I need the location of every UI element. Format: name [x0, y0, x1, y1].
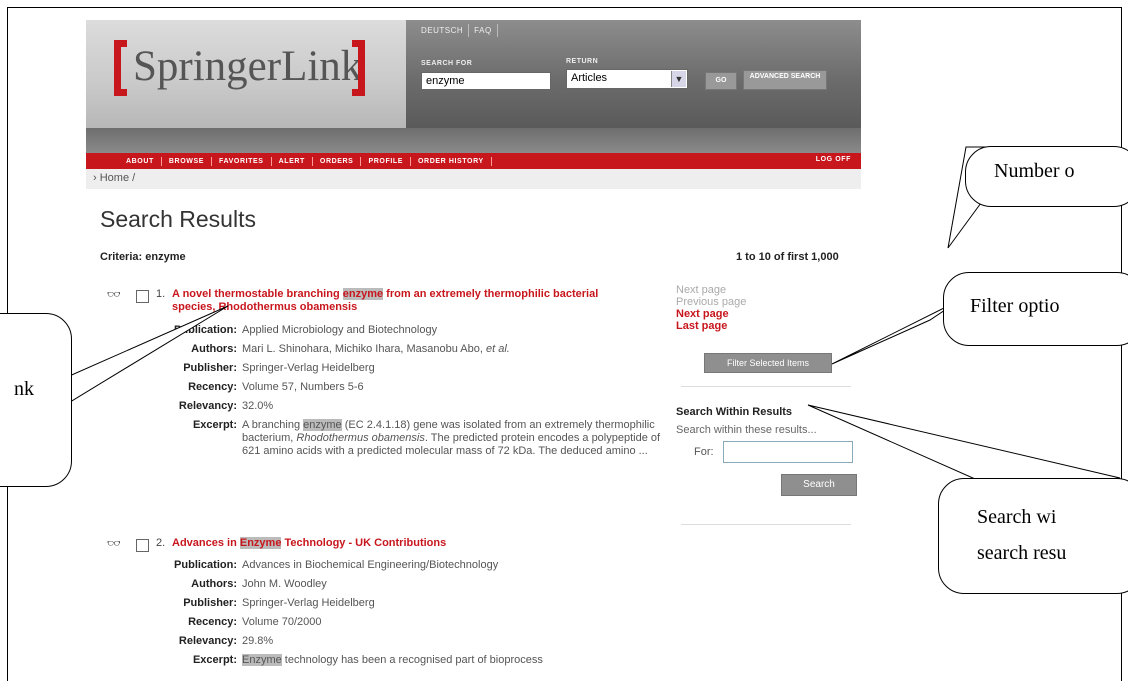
divider: [681, 386, 851, 387]
search-within-desc: Search within these results...: [676, 424, 817, 436]
link-deutsch[interactable]: DEUTSCH: [416, 24, 470, 37]
nav-orders[interactable]: ORDERS: [313, 156, 362, 166]
result-fields: Publication: Advances in Biochemical Engi…: [100, 559, 662, 673]
search-within-title: Search Within Results: [676, 406, 793, 418]
return-select[interactable]: Articles ▼: [566, 69, 688, 89]
callout-search-within: Search wi search resu: [938, 478, 1128, 594]
link-faq[interactable]: FAQ: [469, 24, 498, 37]
top-links: DEUTSCH FAQ: [416, 24, 498, 37]
nav-favorites[interactable]: FAVORITES: [212, 156, 272, 166]
page-title: Search Results: [100, 206, 256, 232]
publication-link[interactable]: Advances in Biochemical Engineering/Biot…: [242, 559, 662, 572]
callout-number-of: Number o: [965, 146, 1128, 207]
search-input[interactable]: enzyme: [421, 72, 551, 90]
search-within-input[interactable]: [723, 441, 853, 463]
return-select-value: Articles: [571, 72, 608, 84]
result-fields: Publication: Applied Microbiology and Bio…: [174, 324, 662, 457]
result-number: 2.: [156, 537, 166, 549]
go-button[interactable]: GO: [705, 72, 737, 90]
result-title-link[interactable]: Advances in Enzyme Technology - UK Contr…: [172, 537, 642, 550]
main-nav: ABOUT BROWSE FAVORITES ALERT ORDERS PROF…: [86, 153, 861, 169]
authors-value: John M. Woodley: [242, 578, 327, 590]
for-label: For:: [694, 446, 714, 458]
results-sidebar: Next page Previous page Next page Last p…: [676, 284, 858, 525]
nav-browse[interactable]: BROWSE: [162, 156, 212, 166]
springerlink-screenshot: SpringerLink DEUTSCH FAQ SEARCH FOR enzy…: [86, 20, 861, 681]
chevron-down-icon[interactable]: ▼: [671, 71, 686, 87]
recency-value: Volume 70/2000: [242, 616, 322, 628]
select-checkbox[interactable]: [136, 290, 149, 303]
callout-link: nk: [0, 313, 72, 487]
previous-page-disabled: Previous page: [676, 296, 747, 308]
relevancy-value: 32.0%: [242, 400, 274, 412]
nav-about[interactable]: ABOUT: [119, 156, 162, 166]
logo-area: SpringerLink: [86, 20, 406, 128]
header-base: [86, 128, 861, 153]
nav-order-history[interactable]: ORDER HISTORY: [411, 156, 492, 166]
preview-glasses-icon[interactable]: 👓︎: [107, 537, 121, 550]
nav-alert[interactable]: ALERT: [272, 156, 313, 166]
excerpt-value: A branching enzyme (EC 2.4.1.18) gene wa…: [242, 419, 661, 457]
search-criteria: Criteria: enzyme: [100, 251, 186, 263]
log-off-link[interactable]: LOG OFF: [816, 156, 851, 163]
breadcrumb-bar: › Home /: [86, 169, 861, 189]
relevancy-value: 29.8%: [242, 635, 274, 647]
next-page-disabled: Next page: [676, 284, 727, 296]
logo-bracket-left: [114, 40, 127, 96]
result-title-link[interactable]: A novel thermostable branching enzyme fr…: [172, 288, 642, 314]
result-count: 1 to 10 of first 1,000: [736, 251, 839, 263]
publisher-value: Springer-Verlag Heidelberg: [242, 362, 375, 374]
return-label: RETURN: [566, 58, 599, 65]
select-checkbox[interactable]: [136, 539, 149, 552]
publication-link[interactable]: Applied Microbiology and Biotechnology: [242, 324, 662, 337]
breadcrumb[interactable]: › Home /: [93, 172, 135, 184]
nav-profile[interactable]: PROFILE: [361, 156, 412, 166]
preview-glasses-icon[interactable]: 👓︎: [107, 288, 121, 301]
divider: [681, 524, 851, 525]
result-number: 1.: [156, 288, 166, 300]
callout-filter: Filter optio: [943, 272, 1128, 346]
next-page-link[interactable]: Next page: [676, 308, 858, 320]
publisher-value: Springer-Verlag Heidelberg: [242, 597, 375, 609]
search-for-label: SEARCH FOR: [421, 60, 473, 67]
logo-bracket-right: [352, 40, 365, 96]
last-page-link[interactable]: Last page: [676, 320, 858, 332]
filter-selected-button[interactable]: Filter Selected Items: [704, 353, 832, 373]
site-logo[interactable]: SpringerLink: [133, 42, 362, 91]
excerpt-value: Enzyme technology has been a recognised …: [242, 654, 543, 666]
site-header: SpringerLink DEUTSCH FAQ SEARCH FOR enzy…: [86, 20, 861, 128]
advanced-search-button[interactable]: ADVANCED SEARCH: [743, 70, 827, 90]
authors-value: Mari L. Shinohara, Michiko Ihara, Masano…: [242, 343, 510, 355]
recency-value: Volume 57, Numbers 5-6: [242, 381, 364, 393]
search-within-button[interactable]: Search: [781, 474, 857, 496]
